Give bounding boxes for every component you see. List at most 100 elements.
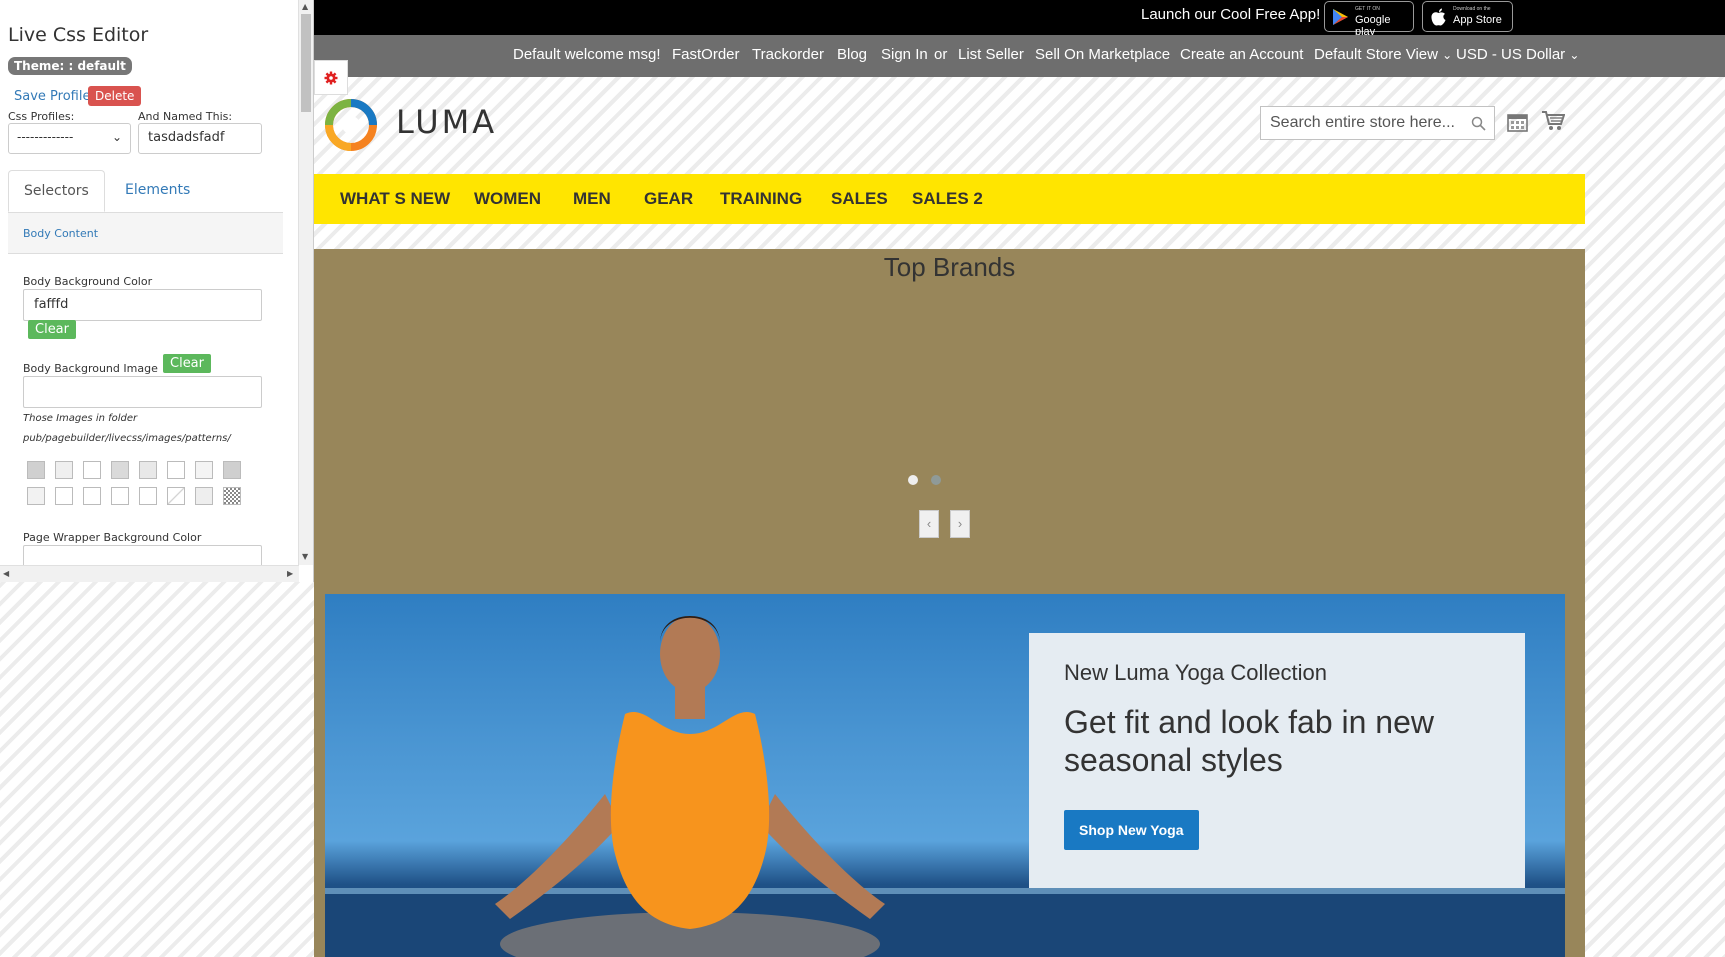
gear-icon: [324, 71, 338, 85]
body-bg-image-input[interactable]: [23, 376, 262, 408]
pattern-swatch[interactable]: [167, 461, 185, 479]
store-view-label: Default Store View: [1314, 46, 1438, 63]
hero-headline: Get fit and look fab in new seasonal sty…: [1064, 704, 1434, 778]
pattern-swatch[interactable]: [27, 487, 45, 505]
welcome-message: Default welcome msg!: [513, 46, 661, 63]
nav-item-gear[interactable]: GEAR: [644, 189, 693, 209]
live-css-editor-panel: Live Css Editor Theme: : default Save Pr…: [0, 0, 314, 582]
scroll-left-icon[interactable]: ◀: [3, 569, 9, 578]
pattern-swatch[interactable]: [55, 487, 73, 505]
main-navigation: WHAT S NEW WOMEN MEN GEAR TRAINING SALES…: [314, 174, 1585, 224]
link-fastorder[interactable]: FastOrder: [672, 46, 740, 63]
search-input[interactable]: Search entire store here...: [1260, 106, 1495, 140]
search-icon[interactable]: [1471, 116, 1486, 131]
nav-item-whats-new[interactable]: WHAT S NEW: [340, 189, 450, 209]
pattern-swatch[interactable]: [55, 461, 73, 479]
pattern-swatch[interactable]: [111, 461, 129, 479]
clear-bg-image-button[interactable]: Clear: [163, 354, 211, 373]
calendar-icon[interactable]: [1507, 112, 1528, 133]
save-profile-link[interactable]: Save Profile: [14, 89, 90, 104]
pattern-swatch[interactable]: [223, 461, 241, 479]
tab-selectors[interactable]: Selectors: [8, 170, 105, 212]
scroll-right-icon[interactable]: ▶: [287, 569, 293, 578]
carousel-prev-button[interactable]: ‹: [919, 510, 939, 538]
profile-name-input[interactable]: tasdadsfadf: [138, 123, 262, 154]
or-text: or: [934, 46, 948, 63]
body-bg-color-input[interactable]: fafffd: [23, 289, 262, 321]
pattern-swatch[interactable]: [111, 487, 129, 505]
carousel-dot[interactable]: [931, 475, 941, 485]
nav-item-men[interactable]: MEN: [573, 189, 611, 209]
scroll-up-icon[interactable]: ▲: [302, 2, 308, 11]
nav-item-sales-2[interactable]: SALES 2: [912, 189, 983, 209]
pattern-swatch[interactable]: [139, 487, 157, 505]
css-profile-select[interactable]: ------------- ⌄: [8, 123, 131, 154]
css-profiles-label: Css Profiles:: [8, 110, 75, 123]
carousel-dot-active[interactable]: [908, 475, 918, 485]
pattern-swatch[interactable]: [223, 487, 241, 505]
chevron-down-icon: ⌄: [1442, 48, 1453, 62]
link-trackorder[interactable]: Trackorder: [752, 46, 824, 63]
pattern-swatch[interactable]: [195, 461, 213, 479]
header-links-bar: Default welcome msg! FastOrder Trackorde…: [314, 35, 1725, 77]
cart-icon[interactable]: [1541, 110, 1565, 132]
patterns-hint-line2: pub/pagebuilder/livecss/images/patterns/: [23, 433, 231, 444]
chevron-down-icon: ⌄: [1569, 48, 1580, 62]
pattern-swatch[interactable]: [27, 461, 45, 479]
pattern-swatch[interactable]: [195, 487, 213, 505]
top-brands-heading: Top Brands: [883, 252, 1016, 282]
section-body-content[interactable]: Body Content: [8, 213, 283, 254]
pattern-swatch[interactable]: [167, 487, 185, 505]
link-sell-on-marketplace[interactable]: Sell On Marketplace: [1035, 46, 1170, 63]
pattern-swatch[interactable]: [139, 461, 157, 479]
editor-tabs: Selectors Elements: [8, 170, 283, 213]
page-wrapper-bg-label: Page Wrapper Background Color: [23, 531, 202, 544]
shop-new-yoga-button[interactable]: Shop New Yoga: [1064, 810, 1199, 850]
editor-vertical-scrollbar[interactable]: ▲ ▼: [298, 0, 313, 565]
open-editor-button[interactable]: [314, 60, 348, 95]
hero-banner[interactable]: New Luma Yoga Collection Get fit and loo…: [325, 594, 1565, 957]
pattern-swatch[interactable]: [83, 487, 101, 505]
delete-button[interactable]: Delete: [88, 86, 142, 106]
editor-title: Live Css Editor: [8, 24, 149, 46]
currency-label: USD - US Dollar: [1456, 46, 1566, 63]
pattern-swatch[interactable]: [83, 461, 101, 479]
link-create-account[interactable]: Create an Account: [1180, 46, 1303, 63]
store-view-switcher[interactable]: Default Store View ⌄: [1314, 46, 1452, 63]
chevron-down-icon: ⌄: [111, 130, 122, 144]
google-play-icon: [1333, 9, 1348, 25]
search-placeholder: Search entire store here...: [1270, 114, 1455, 131]
apple-badge-small: Download on the: [1453, 6, 1491, 12]
promo-panel: New Luma Yoga Collection Get fit and loo…: [1029, 633, 1525, 888]
currency-switcher[interactable]: USD - US Dollar ⌄: [1456, 46, 1579, 63]
google-badge-small: GET IT ON: [1355, 6, 1380, 12]
clear-bg-color-button[interactable]: Clear: [28, 320, 76, 339]
tab-elements[interactable]: Elements: [110, 170, 205, 211]
google-play-button[interactable]: GET IT ON Google play: [1324, 1, 1414, 38]
patterns-hint-line1: Those Images in folder: [23, 413, 138, 424]
nav-item-sales[interactable]: SALES: [831, 189, 888, 209]
promo-bar: Launch our Cool Free App! GET IT ON Goog…: [314, 0, 1725, 38]
link-sign-in[interactable]: Sign In: [881, 46, 928, 63]
apple-icon: [1431, 8, 1446, 26]
hero-subtitle: New Luma Yoga Collection: [1064, 660, 1327, 685]
luma-logo-text: LUMA: [396, 103, 498, 141]
scroll-thumb[interactable]: [301, 14, 311, 112]
profile-select-value: -------------: [17, 130, 74, 144]
nav-item-training[interactable]: TRAINING: [720, 189, 802, 209]
link-list-seller[interactable]: List Seller: [958, 46, 1024, 63]
luma-logo-icon: [325, 99, 377, 151]
body-bg-color-label: Body Background Color: [23, 275, 153, 288]
nav-item-women[interactable]: WOMEN: [474, 189, 541, 209]
named-label: And Named This:: [138, 110, 233, 123]
app-store-button[interactable]: Download on the App Store: [1422, 1, 1513, 32]
scroll-down-icon[interactable]: ▼: [302, 552, 308, 561]
link-blog[interactable]: Blog: [837, 46, 867, 63]
apple-badge-big: App Store: [1453, 14, 1502, 26]
editor-horizontal-scrollbar[interactable]: ◀ ▶: [0, 565, 299, 582]
section-title: Body Content: [23, 227, 99, 240]
body-bg-image-label: Body Background Image: [23, 362, 158, 375]
theme-badge: Theme: : default: [8, 57, 132, 75]
carousel-next-button[interactable]: ›: [950, 510, 970, 538]
promo-text: Launch our Cool Free App!: [1141, 6, 1321, 23]
